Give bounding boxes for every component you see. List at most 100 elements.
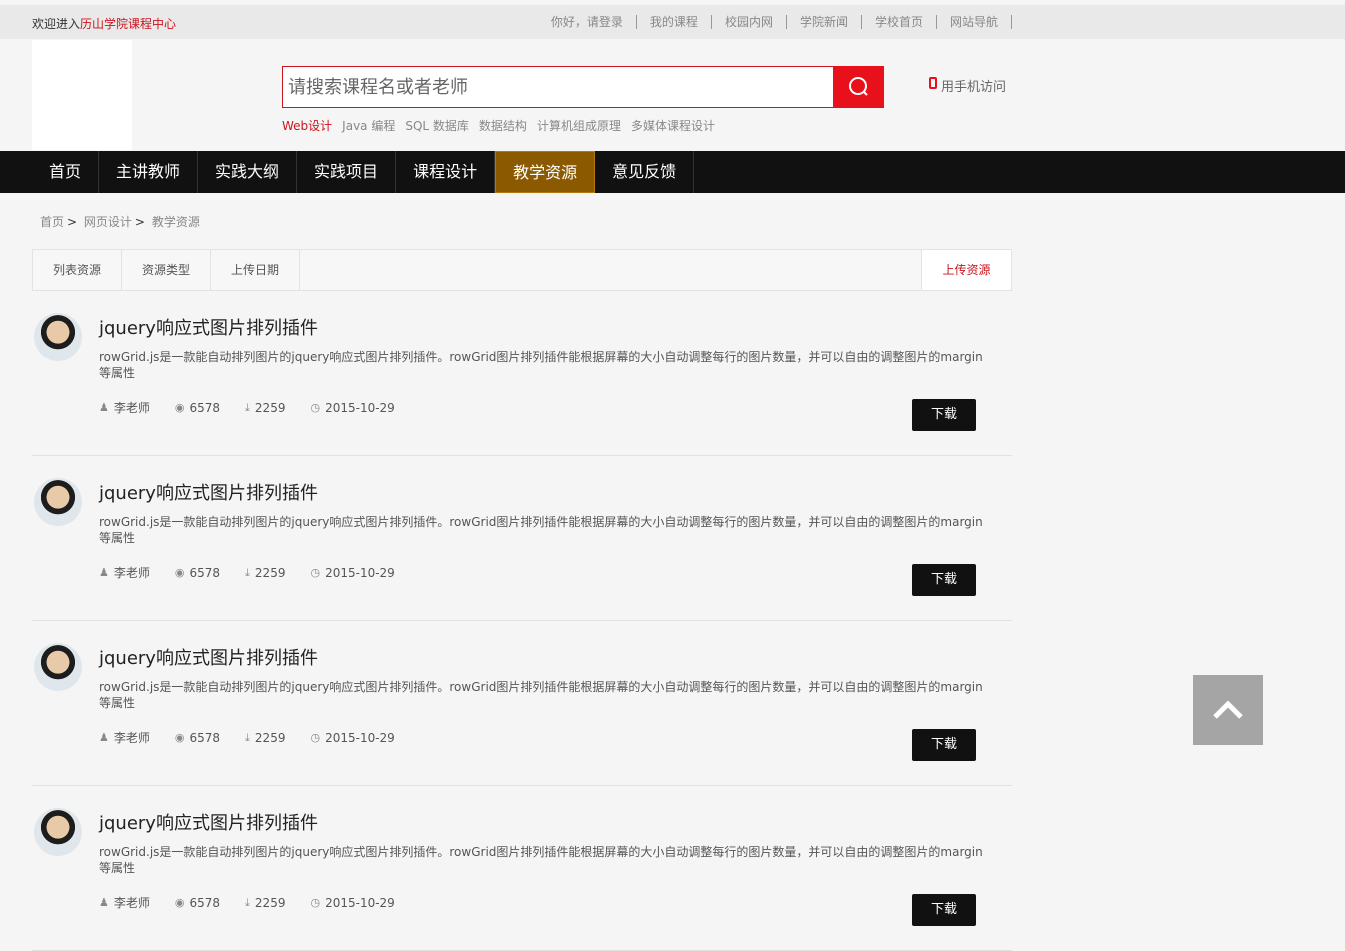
clock-icon: ◷ [310,566,321,579]
resource-meta: ♟ 李老师 ◉ 6578 ⤓ 2259 ◷ 2015-10-29 [99,564,420,581]
download-button[interactable]: 下载 [912,399,976,431]
eye-icon: ◉ [174,401,185,414]
top-links: 你好，请登录 我的课程 校园内网 学院新闻 学校首页 网站导航 [538,15,1012,29]
back-to-top-button[interactable] [1193,675,1263,745]
resource-title[interactable]: jquery响应式图片排列插件 [99,809,318,835]
breadcrumb: 首页 > 网页设计 > 教学资源 [40,213,200,230]
nav-course-design[interactable]: 课程设计 [396,151,496,193]
resource-meta: ♟ 李老师 ◉ 6578 ⤓ 2259 ◷ 2015-10-29 [99,894,420,911]
author: 李老师 [113,566,150,580]
resource-title[interactable]: jquery响应式图片排列插件 [99,644,318,670]
downloads-count: 2259 [254,400,286,415]
eye-icon: ◉ [174,566,185,579]
school-home-link[interactable]: 学校首页 [862,15,937,29]
main-nav: 首页 主讲教师 实践大纲 实践项目 课程设计 教学资源 意见反馈 [0,151,1345,193]
resource-description: rowGrid.js是一款能自动排列图片的jquery响应式图片排列插件。row… [99,845,983,875]
clock-icon: ◷ [310,896,321,909]
download-button[interactable]: 下载 [912,894,976,926]
hotword-item[interactable]: 数据结构 [479,117,527,134]
upload-date: 2015-10-29 [325,565,395,580]
views-count: 6578 [189,895,221,910]
nav-projects[interactable]: 实践项目 [297,151,397,193]
intranet-link[interactable]: 校园内网 [712,15,787,29]
user-icon: ♟ [99,566,109,579]
login-link[interactable]: 你好，请登录 [538,15,637,29]
search-box [282,66,884,108]
upload-resource-button[interactable]: 上传资源 [921,250,1011,290]
author: 李老师 [113,401,150,415]
top-bar: 欢迎进入历山学院课程中心 你好，请登录 我的课程 校园内网 学院新闻 学校首页 … [0,5,1345,39]
hotword-item[interactable]: 计算机组成原理 [537,117,621,134]
tab-list-resources[interactable]: 列表资源 [33,250,123,290]
site-name-link[interactable]: 历山学院课程中心 [80,17,176,31]
resource-meta: ♟ 李老师 ◉ 6578 ⤓ 2259 ◷ 2015-10-29 [99,729,420,746]
filter-tabs: 列表资源 资源类型 上传日期 上传资源 [32,249,1012,291]
resource-title[interactable]: jquery响应式图片排列插件 [99,314,318,340]
tab-upload-date[interactable]: 上传日期 [211,250,301,290]
author: 李老师 [113,896,150,910]
download-icon: ⤓ [245,730,250,744]
resource-description: rowGrid.js是一款能自动排列图片的jquery响应式图片排列插件。row… [99,350,983,380]
news-link[interactable]: 学院新闻 [787,15,862,29]
breadcrumb-current: 教学资源 [151,215,200,229]
logo[interactable] [32,40,132,150]
upload-date: 2015-10-29 [325,400,395,415]
avatar [34,808,82,856]
hot-keywords: Web设计 Java 编程 SQL 数据库 数据结构 计算机组成原理 多媒体课程… [282,117,725,134]
download-icon: ⤓ [245,400,250,414]
site-nav-link[interactable]: 网站导航 [937,15,1012,29]
breadcrumb-home[interactable]: 首页 [40,215,64,229]
resource-item: jquery响应式图片排列插件 rowGrid.js是一款能自动排列图片的jqu… [32,621,1012,786]
download-icon: ⤓ [245,895,250,909]
clock-icon: ◷ [310,731,321,744]
downloads-count: 2259 [254,730,286,745]
search-button[interactable] [833,66,884,108]
resource-item: jquery响应式图片排列插件 rowGrid.js是一款能自动排列图片的jqu… [32,456,1012,621]
hotword-item[interactable]: 多媒体课程设计 [631,117,715,134]
views-count: 6578 [189,565,221,580]
resource-item: jquery响应式图片排列插件 rowGrid.js是一款能自动排列图片的jqu… [32,786,1012,951]
author: 李老师 [113,731,150,745]
resource-title[interactable]: jquery响应式图片排列插件 [99,479,318,505]
my-courses-link[interactable]: 我的课程 [637,15,712,29]
user-icon: ♟ [99,401,109,414]
hotword-item[interactable]: SQL 数据库 [405,117,469,134]
breadcrumb-web-design[interactable]: 网页设计 [84,215,132,229]
hotword-item[interactable]: Web设计 [282,117,332,134]
nav-feedback[interactable]: 意见反馈 [595,151,695,193]
resource-item: jquery响应式图片排列插件 rowGrid.js是一款能自动排列图片的jqu… [32,291,1012,456]
downloads-count: 2259 [254,895,286,910]
resource-description: rowGrid.js是一款能自动排列图片的jquery响应式图片排列插件。row… [99,680,983,710]
tab-resource-type[interactable]: 资源类型 [122,250,212,290]
search-input[interactable] [283,67,833,107]
eye-icon: ◉ [174,896,185,909]
user-icon: ♟ [99,731,109,744]
nav-resources[interactable]: 教学资源 [495,151,596,193]
clock-icon: ◷ [310,401,321,414]
download-button[interactable]: 下载 [912,729,976,761]
mobile-access-link[interactable]: 用手机访问 [929,76,1006,95]
hotword-item[interactable]: Java 编程 [342,117,395,134]
resource-meta: ♟ 李老师 ◉ 6578 ⤓ 2259 ◷ 2015-10-29 [99,399,420,416]
nav-outline[interactable]: 实践大纲 [198,151,298,193]
breadcrumb-separator: > [134,215,145,229]
welcome-text: 欢迎进入历山学院课程中心 [32,15,176,32]
downloads-count: 2259 [254,565,286,580]
nav-teachers[interactable]: 主讲教师 [99,151,199,193]
avatar [34,313,82,361]
avatar [34,478,82,526]
welcome-prefix: 欢迎进入 [32,17,81,31]
download-button[interactable]: 下载 [912,564,976,596]
views-count: 6578 [189,730,221,745]
user-icon: ♟ [99,896,109,909]
search-icon [848,77,868,96]
avatar [34,643,82,691]
upload-date: 2015-10-29 [325,895,395,910]
breadcrumb-separator: > [67,215,78,229]
views-count: 6578 [189,400,221,415]
mobile-access-label: 用手机访问 [941,80,1007,95]
upload-date: 2015-10-29 [325,730,395,745]
nav-home[interactable]: 首页 [32,151,100,193]
phone-icon [929,76,937,89]
resource-description: rowGrid.js是一款能自动排列图片的jquery响应式图片排列插件。row… [99,515,983,545]
